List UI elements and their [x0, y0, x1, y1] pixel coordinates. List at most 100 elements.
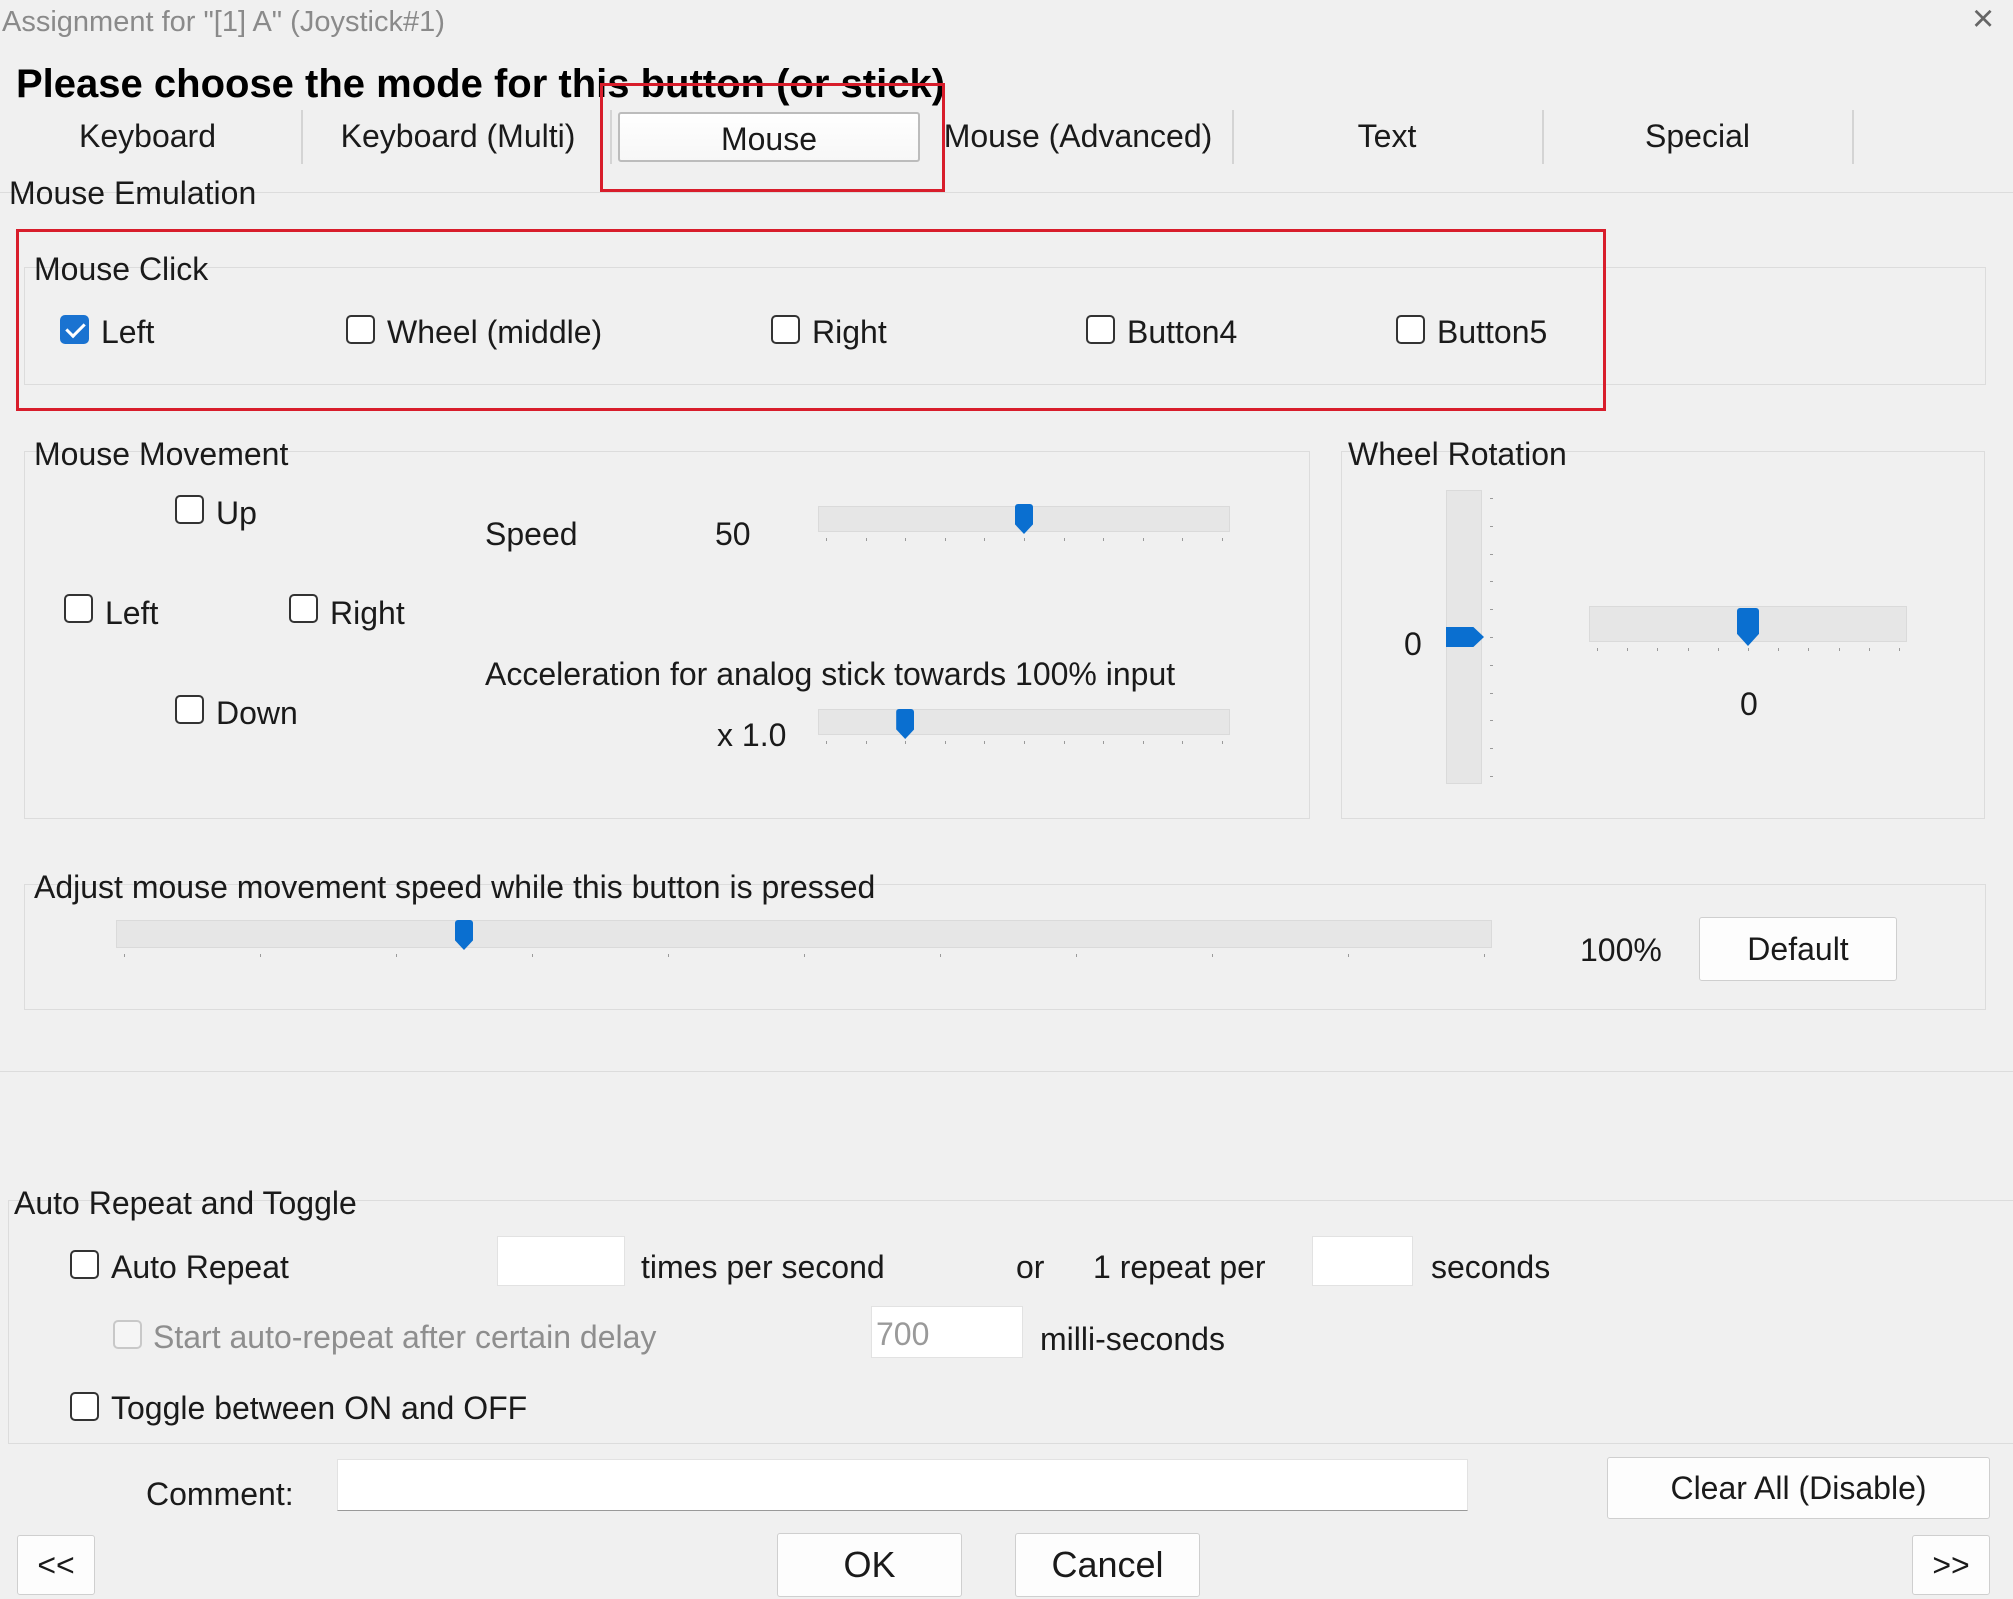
slider-tick	[668, 954, 669, 957]
wheel-horizontal-value: 0	[1740, 686, 1758, 722]
slider-tick	[1103, 538, 1105, 541]
button4-label[interactable]: Button4	[1127, 316, 1237, 348]
auto-repeat-checkbox[interactable]	[70, 1250, 99, 1279]
slider-tick	[905, 741, 907, 744]
slider-tick	[826, 538, 827, 541]
speed-label: Speed	[485, 516, 578, 552]
move-right-label[interactable]: Right	[330, 597, 405, 629]
right-click-label[interactable]: Right	[812, 316, 887, 348]
left-click-label[interactable]: Left	[101, 316, 154, 348]
milli-seconds-label: milli-seconds	[1040, 1321, 1225, 1357]
slider-tick	[984, 741, 986, 744]
slider-tick	[1103, 741, 1105, 744]
next-button[interactable]: >>	[1912, 1535, 1990, 1595]
wheel-rotation-label: Wheel Rotation	[1348, 436, 1567, 472]
wheel-horizontal-slider[interactable]	[1589, 600, 1907, 662]
toggle-checkbox[interactable]	[70, 1392, 99, 1421]
mouse-movement-label: Mouse Movement	[34, 436, 289, 472]
slider-tick	[532, 954, 533, 957]
slider-tick	[1627, 648, 1629, 651]
delay-label[interactable]: Start auto-repeat after certain delay	[153, 1321, 656, 1353]
slider-tick	[1490, 776, 1493, 777]
slider-tick	[940, 954, 941, 957]
tab-special[interactable]: Special	[1570, 118, 1825, 155]
slider-tick	[260, 954, 261, 957]
move-left-checkbox[interactable]	[64, 594, 93, 623]
slider-tick	[1063, 538, 1065, 541]
wheel-vertical-slider[interactable]	[1440, 490, 1500, 784]
mouse-click-label: Mouse Click	[34, 251, 209, 287]
tab-text[interactable]: Text	[1262, 118, 1512, 155]
comment-input[interactable]	[337, 1459, 1468, 1511]
mouse-emulation-label: Mouse Emulation	[9, 175, 257, 211]
delay-checkbox[interactable]	[113, 1320, 142, 1349]
slider-tick	[1490, 637, 1493, 638]
slider-tick	[1490, 553, 1493, 555]
acceleration-slider[interactable]	[818, 705, 1230, 755]
slider-tick	[396, 954, 397, 957]
slider-tick	[1868, 648, 1870, 651]
previous-button[interactable]: <<	[17, 1535, 95, 1595]
slider-tick	[1717, 648, 1719, 651]
wheel-vertical-value: 0	[1404, 626, 1422, 662]
slider-tick	[1838, 648, 1840, 651]
slider-tick	[1490, 720, 1493, 722]
slider-tick	[826, 741, 827, 744]
slider-tick	[865, 538, 867, 541]
slider-tick	[1778, 648, 1780, 651]
slider-tick	[984, 538, 986, 541]
slider-tick	[1490, 609, 1493, 611]
slider-tick	[1063, 741, 1065, 744]
comment-label: Comment:	[146, 1476, 294, 1512]
speed-slider[interactable]	[818, 500, 1230, 550]
tab-keyboard[interactable]: Keyboard	[30, 118, 265, 155]
tab-divider	[610, 110, 612, 164]
slider-tick	[1024, 741, 1025, 744]
tab-divider	[1542, 110, 1544, 164]
move-left-label[interactable]: Left	[105, 597, 158, 629]
slider-tick	[944, 741, 946, 744]
tab-divider	[1852, 110, 1854, 164]
tab-mouse-advanced[interactable]: Mouse (Advanced)	[938, 118, 1218, 155]
slider-tick	[1182, 741, 1184, 744]
button5-label[interactable]: Button5	[1437, 316, 1547, 348]
ok-button[interactable]: OK	[777, 1533, 962, 1597]
adjust-speed-slider[interactable]	[116, 918, 1492, 968]
default-button[interactable]: Default	[1699, 917, 1897, 981]
slider-tick	[1597, 648, 1598, 651]
cancel-button[interactable]: Cancel	[1015, 1533, 1200, 1597]
or-label: or	[1016, 1249, 1045, 1285]
auto-repeat-group-label: Auto Repeat and Toggle	[14, 1185, 357, 1221]
move-right-checkbox[interactable]	[289, 594, 318, 623]
times-per-second-label: times per second	[641, 1249, 885, 1285]
left-click-checkbox[interactable]	[60, 315, 89, 344]
seconds-input[interactable]	[1312, 1236, 1413, 1286]
button5-checkbox[interactable]	[1396, 315, 1425, 344]
wheel-click-checkbox[interactable]	[346, 315, 375, 344]
move-down-label[interactable]: Down	[216, 697, 298, 729]
move-up-label[interactable]: Up	[216, 497, 257, 529]
speed-value: 50	[715, 516, 751, 552]
button4-checkbox[interactable]	[1086, 315, 1115, 344]
clear-all-button[interactable]: Clear All (Disable)	[1607, 1457, 1990, 1519]
wheel-click-label[interactable]: Wheel (middle)	[387, 316, 602, 348]
slider-tick	[1142, 538, 1144, 541]
move-down-checkbox[interactable]	[175, 695, 204, 724]
right-click-checkbox[interactable]	[771, 315, 800, 344]
adjust-speed-label: Adjust mouse movement speed while this b…	[34, 869, 876, 905]
auto-repeat-label[interactable]: Auto Repeat	[111, 1251, 289, 1283]
acceleration-slider-track	[818, 709, 1230, 735]
slider-tick	[865, 741, 867, 744]
delay-input[interactable]: 700	[871, 1306, 1023, 1358]
slider-tick	[124, 954, 125, 957]
tab-mouse[interactable]: Mouse	[618, 112, 920, 162]
slider-tick	[1348, 954, 1349, 957]
tab-keyboard-multi[interactable]: Keyboard (Multi)	[318, 118, 598, 155]
close-icon[interactable]: ×	[1972, 0, 1994, 38]
times-per-second-input[interactable]	[497, 1236, 625, 1286]
slider-tick	[1657, 648, 1659, 651]
toggle-label[interactable]: Toggle between ON and OFF	[111, 1392, 527, 1424]
slider-tick	[1899, 648, 1900, 651]
slider-tick	[944, 538, 946, 541]
move-up-checkbox[interactable]	[175, 495, 204, 524]
